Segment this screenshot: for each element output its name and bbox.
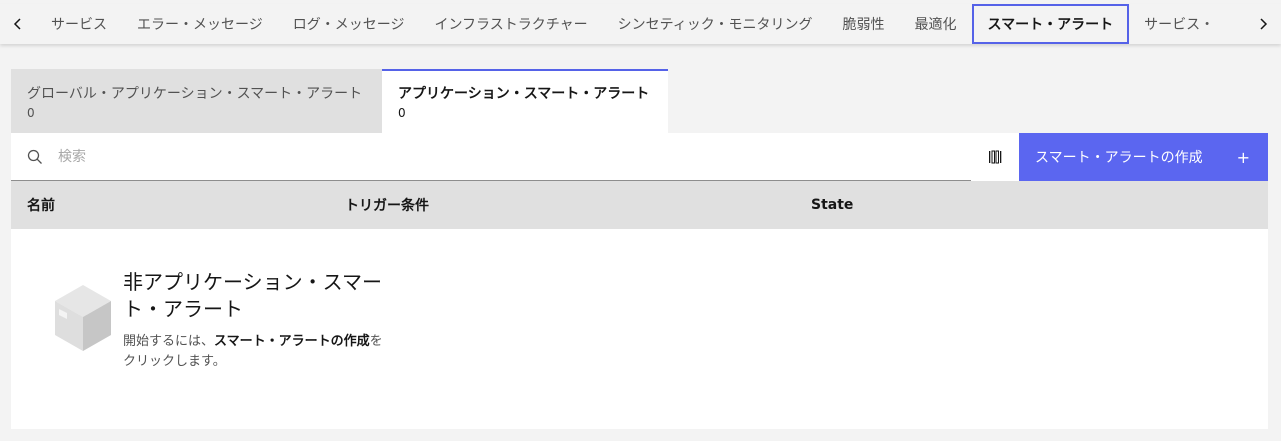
chevron-left-icon: [13, 18, 21, 30]
create-button-label: スマート・アラートの作成: [1035, 150, 1203, 166]
tab-count: 0: [398, 106, 406, 120]
nav-item-synthetic-monitoring[interactable]: シンセティック・モニタリング: [603, 4, 828, 44]
plus-icon: +: [1236, 147, 1250, 167]
nav-item-infrastructure[interactable]: インフラストラクチャー: [419, 4, 602, 44]
column-settings-icon: [989, 150, 1002, 164]
create-smart-alert-button[interactable]: スマート・アラートの作成 +: [1019, 133, 1268, 181]
search-icon: [27, 149, 42, 164]
column-header-state[interactable]: State: [811, 181, 853, 229]
column-header-name[interactable]: 名前: [27, 181, 55, 229]
empty-desc-prefix: 開始するには、: [123, 334, 215, 349]
column-settings-button[interactable]: [971, 133, 1019, 181]
search-box: [11, 133, 971, 181]
tab-label: アプリケーション・スマート・アラート: [398, 86, 650, 102]
chevron-right-icon: [1260, 18, 1268, 30]
tab-application-smart-alerts[interactable]: アプリケーション・スマート・アラート 0: [382, 69, 668, 133]
nav-item-smart-alerts[interactable]: スマート・アラート: [971, 4, 1130, 44]
empty-box-icon: [55, 285, 111, 351]
nav-fade: [1205, 4, 1245, 44]
nav-items: サービス エラー・メッセージ ログ・メッセージ インフラストラクチャー シンセテ…: [36, 4, 1245, 44]
nav-item-log-messages[interactable]: ログ・メッセージ: [278, 4, 420, 44]
nav-item-services[interactable]: サービス: [36, 4, 122, 44]
table-header: 名前 トリガー条件 State: [11, 181, 1268, 229]
tab-count: 0: [27, 106, 35, 120]
nav-prev-button[interactable]: [0, 4, 36, 44]
nav-next-button[interactable]: [1245, 4, 1281, 44]
nav-item-optimization[interactable]: 最適化: [900, 4, 972, 44]
tab-label: グローバル・アプリケーション・スマート・アラート: [27, 86, 363, 102]
empty-state-title: 非アプリケーション・スマート・アラート: [123, 270, 382, 321]
table-toolbar: スマート・アラートの作成 +: [11, 133, 1268, 181]
alert-type-tabs: グローバル・アプリケーション・スマート・アラート 0 アプリケーション・スマート…: [11, 69, 668, 133]
nav-item-error-messages[interactable]: エラー・メッセージ: [122, 4, 278, 44]
column-header-trigger-condition[interactable]: トリガー条件: [345, 181, 429, 229]
empty-state: 非アプリケーション・スマート・アラート 開始するには、スマート・アラートの作成を…: [11, 229, 1268, 429]
tab-global-application-smart-alerts[interactable]: グローバル・アプリケーション・スマート・アラート 0: [11, 69, 382, 133]
search-input[interactable]: [58, 133, 958, 180]
empty-state-description: 開始するには、スマート・アラートの作成をクリックします。: [123, 332, 383, 372]
empty-desc-bold: スマート・アラートの作成: [214, 334, 370, 349]
top-nav: サービス エラー・メッセージ ログ・メッセージ インフラストラクチャー シンセテ…: [0, 4, 1281, 44]
nav-item-vulnerabilities[interactable]: 脆弱性: [828, 4, 900, 44]
